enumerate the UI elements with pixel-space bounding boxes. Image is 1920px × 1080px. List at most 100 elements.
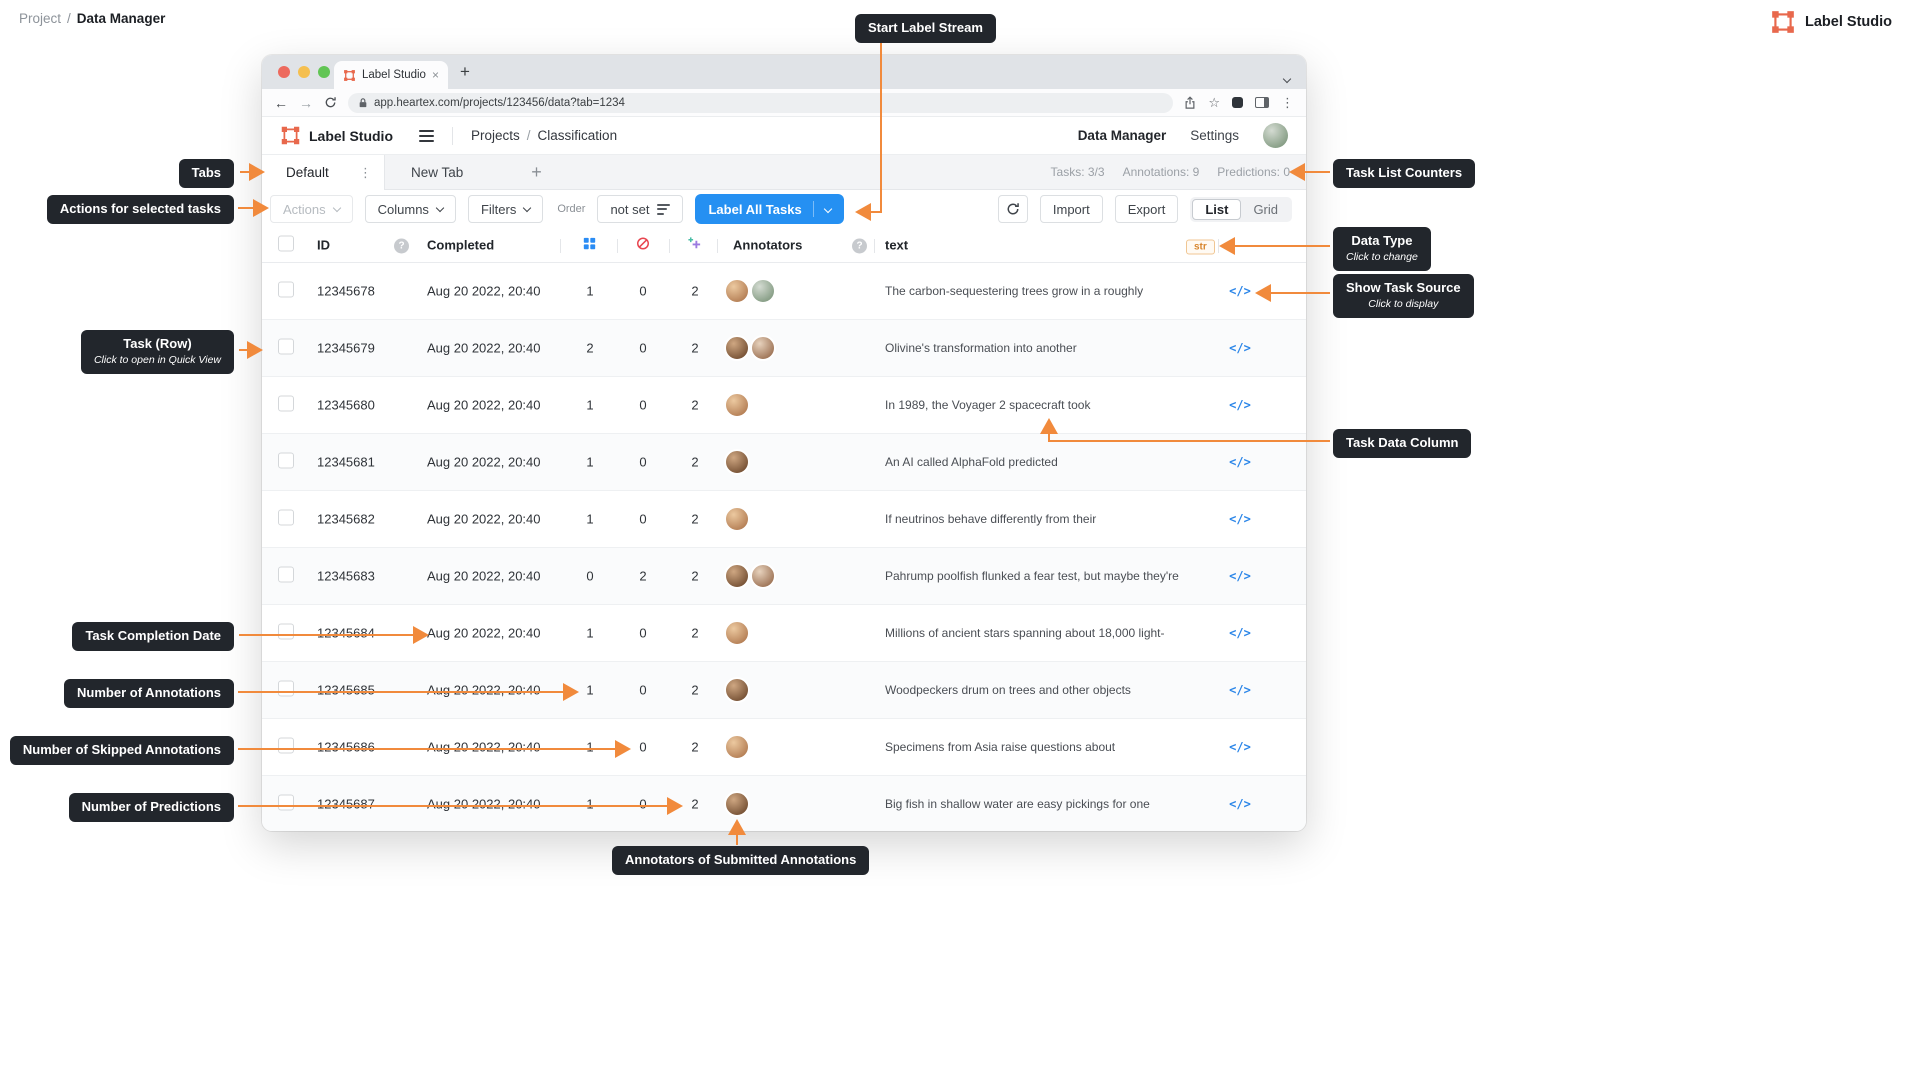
label-all-tasks-button[interactable]: Label All Tasks: [695, 194, 844, 224]
annotator-avatar: [724, 563, 750, 589]
nav-projects[interactable]: Projects: [471, 128, 520, 143]
task-id: 12345682: [317, 511, 375, 527]
task-row[interactable]: 12345684 Aug 20 2022, 20:40 1 0 2 Millio…: [262, 605, 1306, 662]
task-row[interactable]: 12345679 Aug 20 2022, 20:40 2 0 2 Olivin…: [262, 320, 1306, 377]
annotator-avatars: [724, 449, 750, 475]
zoom-window-button[interactable]: [318, 66, 330, 78]
help-icon[interactable]: ?: [394, 237, 409, 254]
view-toggle: List Grid: [1190, 196, 1292, 222]
minimize-window-button[interactable]: [298, 66, 310, 78]
share-icon[interactable]: [1184, 95, 1196, 110]
skipped-count: 0: [639, 397, 647, 413]
new-tab-button[interactable]: +: [460, 62, 470, 82]
bookmark-star-icon[interactable]: ☆: [1208, 95, 1220, 111]
forward-button[interactable]: →: [299, 96, 313, 110]
add-tab-button[interactable]: +: [531, 162, 542, 183]
side-panel-icon[interactable]: [1255, 97, 1269, 108]
nav-data-manager[interactable]: Data Manager: [1078, 128, 1167, 143]
export-button[interactable]: Export: [1114, 195, 1179, 223]
row-checkbox[interactable]: [278, 794, 294, 814]
row-checkbox[interactable]: [278, 338, 294, 358]
browser-toolbar: ← → app.heartex.com/projects/123456/data…: [262, 89, 1306, 117]
row-checkbox[interactable]: [278, 566, 294, 586]
import-button[interactable]: Import: [1039, 195, 1103, 223]
col-completed[interactable]: Completed: [427, 238, 494, 253]
nav-settings[interactable]: Settings: [1190, 128, 1239, 143]
show-source-icon[interactable]: </>: [1222, 512, 1258, 526]
filters-button[interactable]: Filters: [467, 195, 544, 223]
view-list-button[interactable]: List: [1192, 198, 1242, 220]
skipped-annotations-icon[interactable]: [636, 237, 650, 254]
address-bar[interactable]: app.heartex.com/projects/123456/data?tab…: [348, 92, 1174, 113]
annotator-avatars: [724, 734, 750, 760]
columns-label: Columns: [377, 201, 429, 217]
breadcrumb-project[interactable]: Project: [19, 11, 61, 26]
tab-search-chevron-icon[interactable]: [1282, 69, 1292, 87]
browser-menu-icon[interactable]: ⋮: [1281, 95, 1294, 111]
app-header: Label Studio Projects / Classification D…: [262, 117, 1306, 155]
show-source-icon[interactable]: </>: [1222, 569, 1258, 583]
col-text[interactable]: text: [885, 238, 908, 253]
show-source-icon[interactable]: </>: [1222, 797, 1258, 811]
row-checkbox[interactable]: [278, 680, 294, 700]
order-select[interactable]: not set: [597, 195, 684, 223]
columns-button[interactable]: Columns: [364, 195, 456, 223]
data-type-badge[interactable]: str: [1186, 238, 1215, 255]
help-icon[interactable]: ?: [852, 237, 867, 254]
close-window-button[interactable]: [278, 66, 290, 78]
hamburger-menu-icon[interactable]: [419, 129, 434, 142]
tab-menu-icon[interactable]: ⋮: [359, 165, 372, 181]
breadcrumb: Project / Data Manager: [19, 11, 165, 26]
show-source-icon[interactable]: </>: [1222, 683, 1258, 697]
row-checkbox[interactable]: [278, 623, 294, 643]
close-tab-icon[interactable]: ×: [432, 68, 439, 82]
reload-button[interactable]: [324, 96, 337, 109]
annotations-count: 1: [586, 283, 594, 299]
show-source-icon[interactable]: </>: [1222, 341, 1258, 355]
show-source-icon[interactable]: </>: [1222, 284, 1258, 298]
show-source-icon[interactable]: </>: [1222, 398, 1258, 412]
callout-annotators-submitted: Annotators of Submitted Annotations: [612, 846, 870, 875]
browser-tab[interactable]: Label Studio ×: [334, 61, 448, 89]
task-row[interactable]: 12345685 Aug 20 2022, 20:40 1 0 2 Woodpe…: [262, 662, 1306, 719]
actions-button[interactable]: Actions: [270, 195, 353, 223]
row-checkbox[interactable]: [278, 395, 294, 415]
task-row[interactable]: 12345681 Aug 20 2022, 20:40 1 0 2 An AI …: [262, 434, 1306, 491]
callout-actions: Actions for selected tasks: [46, 195, 234, 224]
app-logo-icon[interactable]: [280, 125, 301, 146]
show-source-icon[interactable]: </>: [1222, 455, 1258, 469]
task-row[interactable]: 12345683 Aug 20 2022, 20:40 0 2 2 Pahrum…: [262, 548, 1306, 605]
show-source-icon[interactable]: </>: [1222, 740, 1258, 754]
extension-icon[interactable]: [1232, 97, 1243, 108]
task-row[interactable]: 12345682 Aug 20 2022, 20:40 1 0 2 If neu…: [262, 491, 1306, 548]
task-row[interactable]: 12345686 Aug 20 2022, 20:40 1 0 2 Specim…: [262, 719, 1306, 776]
label-all-tasks-label: Label All Tasks: [708, 201, 802, 217]
show-source-icon[interactable]: </>: [1222, 626, 1258, 640]
annotator-avatars: [724, 392, 750, 418]
tab-new-tab[interactable]: New Tab: [385, 155, 489, 189]
row-checkbox[interactable]: [278, 509, 294, 529]
task-row[interactable]: 12345678 Aug 20 2022, 20:40 1 0 2 The ca…: [262, 263, 1306, 320]
actions-label: Actions: [283, 201, 326, 217]
select-all-checkbox[interactable]: [278, 235, 294, 255]
predictions-icon[interactable]: [687, 236, 702, 254]
task-row[interactable]: 12345687 Aug 20 2022, 20:40 1 0 2 Big fi…: [262, 776, 1306, 831]
row-checkbox[interactable]: [278, 737, 294, 757]
row-checkbox[interactable]: [278, 281, 294, 301]
brand-label: Label Studio: [1805, 14, 1892, 30]
predictions-count: 2: [691, 625, 699, 641]
user-avatar[interactable]: [1263, 123, 1288, 148]
back-button[interactable]: ←: [274, 96, 288, 110]
task-row[interactable]: 12345680 Aug 20 2022, 20:40 1 0 2 In 198…: [262, 377, 1306, 434]
annotator-avatar: [724, 791, 750, 817]
task-id: 12345683: [317, 568, 375, 584]
refresh-button[interactable]: [997, 195, 1028, 223]
app-title: Label Studio: [309, 127, 393, 144]
col-annotators[interactable]: Annotators: [733, 238, 802, 253]
tab-default[interactable]: Default ⋮: [262, 155, 385, 190]
view-grid-button[interactable]: Grid: [1241, 199, 1290, 220]
row-checkbox[interactable]: [278, 452, 294, 472]
col-id[interactable]: ID: [317, 238, 330, 253]
chevron-down-icon[interactable]: [823, 204, 832, 214]
annotations-count-icon[interactable]: [583, 237, 596, 253]
